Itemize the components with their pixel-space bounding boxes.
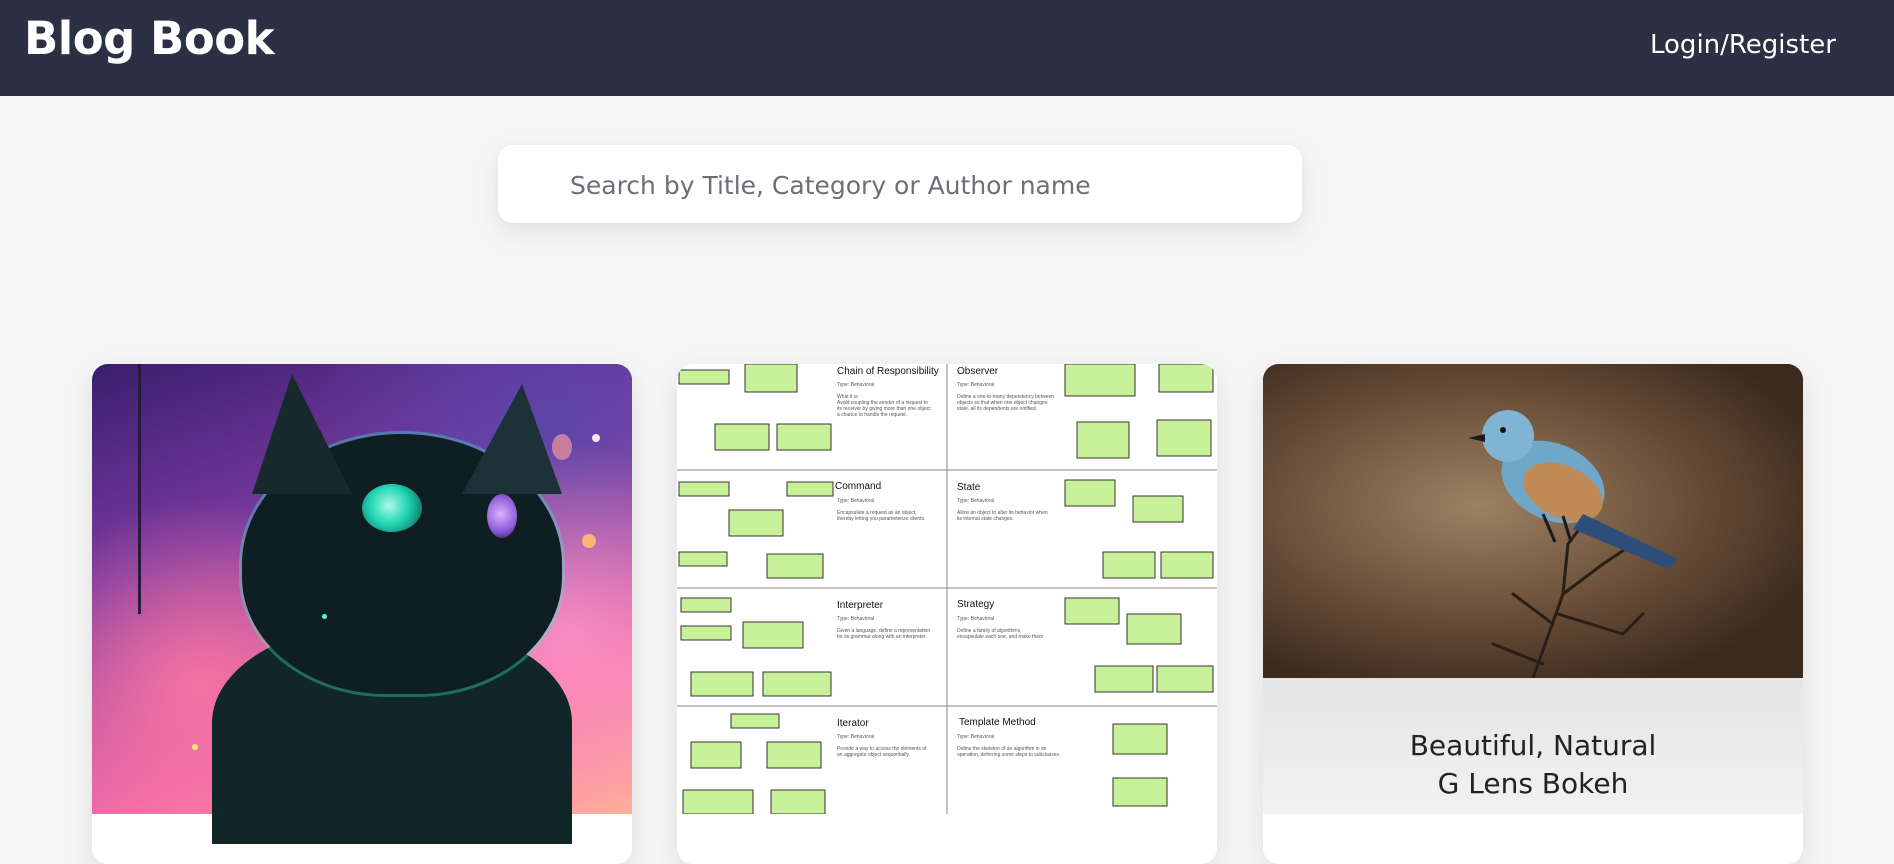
login-register-link[interactable]: Login/Register [1650, 30, 1836, 60]
svg-text:Chain of Responsibility: Chain of Responsibility [837, 366, 939, 377]
svg-text:Strategy: Strategy [957, 599, 994, 610]
svg-text:state, all its dependents are: state, all its dependents are notified. [957, 406, 1037, 412]
svg-text:for its grammar along with an: for its grammar along with an interprete… [837, 634, 927, 640]
top-navbar: Blog Book Login/Register [0, 0, 1894, 96]
blog-card[interactable] [92, 364, 632, 864]
svg-text:Type: Behavioral: Type: Behavioral [957, 382, 994, 388]
svg-text:Template Method: Template Method [959, 717, 1036, 728]
svg-text:thereby letting you parameteri: thereby letting you parameterize clients… [837, 516, 925, 522]
brand-logo[interactable]: Blog Book [24, 12, 275, 65]
blog-card[interactable]: Chain of Responsibility Observer Command… [677, 364, 1217, 864]
card-title[interactable]: Beautiful, Natural G Lens Bokeh [1263, 727, 1803, 803]
uml-diagram-graphic: Chain of Responsibility Observer Command… [677, 364, 1217, 814]
search-box [498, 145, 1302, 225]
svg-text:Iterator: Iterator [837, 718, 869, 729]
svg-text:encapsulate each one, and make: encapsulate each one, and make them [957, 634, 1043, 640]
svg-text:Type: Behavioral: Type: Behavioral [837, 498, 874, 504]
svg-text:Type: Behavioral: Type: Behavioral [837, 382, 874, 388]
svg-text:Observer: Observer [957, 366, 999, 377]
cat-illustration-image [92, 364, 632, 844]
bird-photo-image [1263, 364, 1803, 678]
uml-patterns-image: Chain of Responsibility Observer Command… [677, 364, 1217, 814]
svg-text:Interpreter: Interpreter [837, 600, 884, 611]
blog-card[interactable]: Beautiful, Natural G Lens Bokeh [1263, 364, 1803, 864]
svg-text:Command: Command [835, 481, 881, 492]
svg-text:operation, deferring some step: operation, deferring some steps to subcl… [957, 752, 1060, 758]
svg-text:Type: Behavioral: Type: Behavioral [957, 616, 994, 622]
svg-text:Type: Behavioral: Type: Behavioral [957, 734, 994, 740]
svg-text:State: State [957, 482, 981, 493]
svg-text:Type: Behavioral: Type: Behavioral [837, 734, 874, 740]
svg-text:Type: Behavioral: Type: Behavioral [837, 616, 874, 622]
search-input[interactable] [568, 145, 1272, 225]
svg-text:its internal state changes.: its internal state changes. [957, 516, 1014, 522]
svg-text:an aggregate object sequential: an aggregate object sequentially. [837, 752, 910, 758]
svg-text:Type: Behavioral: Type: Behavioral [957, 498, 994, 504]
svg-text:a chance to handle the request: a chance to handle the request. [837, 412, 907, 418]
bird-graphic [1468, 410, 1678, 678]
